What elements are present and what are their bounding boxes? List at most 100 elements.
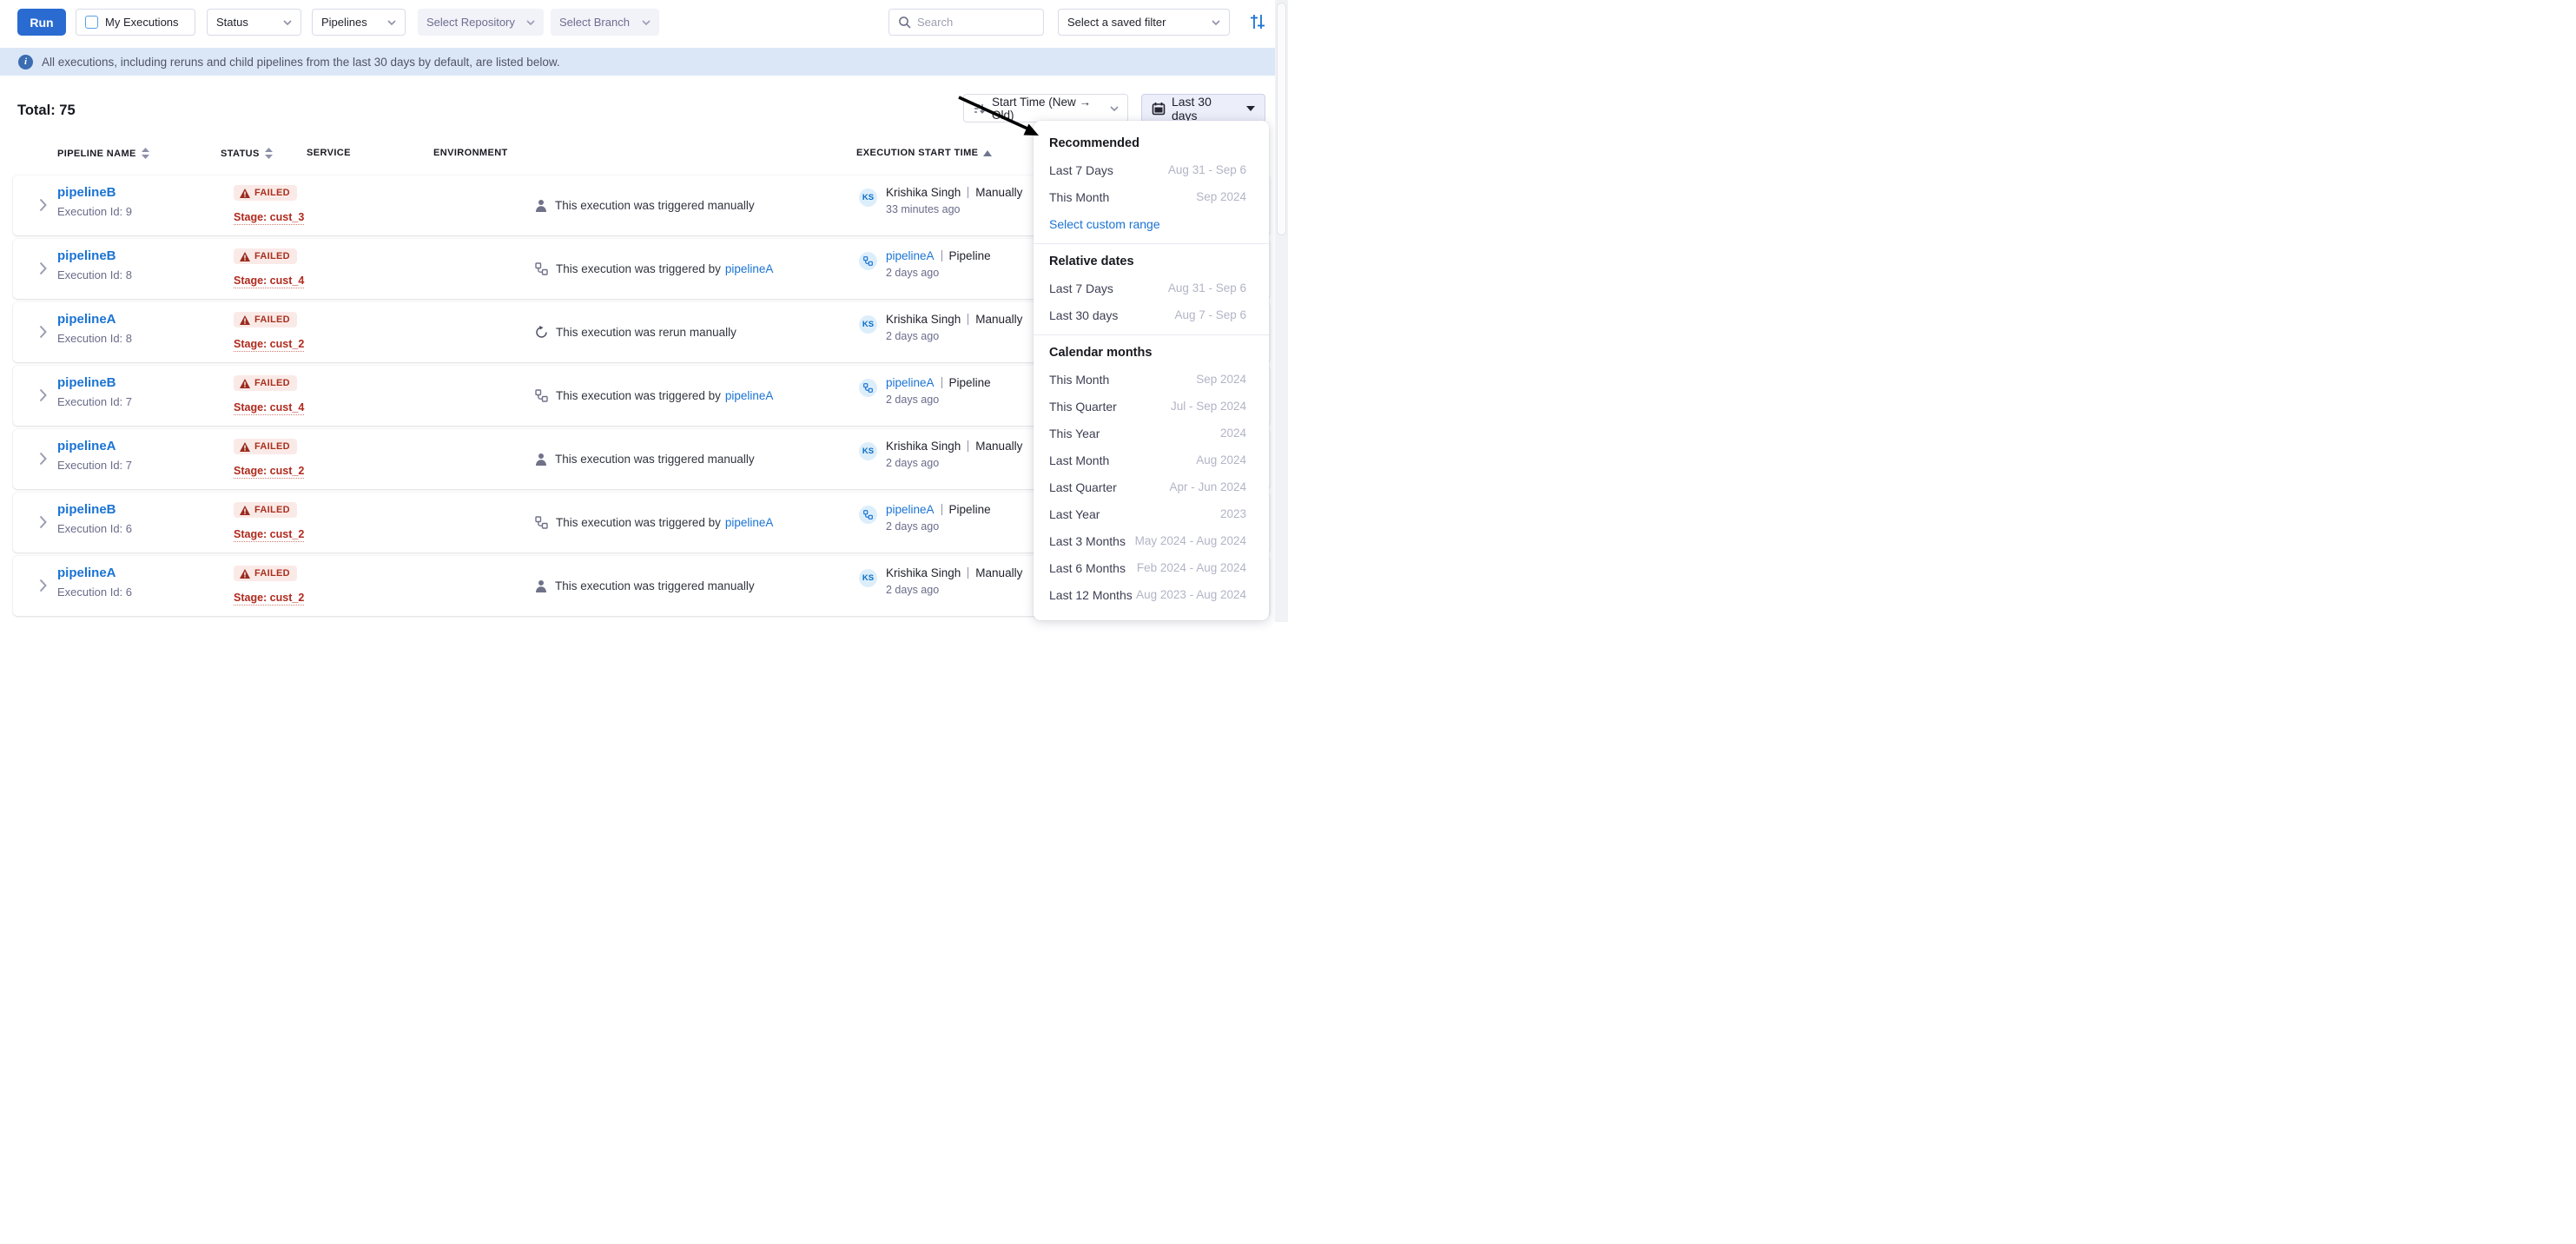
- sort-dropdown[interactable]: Start Time (New → Old): [963, 94, 1128, 122]
- item-label: Last Quarter: [1049, 480, 1117, 494]
- warning-icon: [240, 189, 250, 198]
- item-label: This Month: [1049, 190, 1109, 204]
- trigger-type: Manually: [975, 313, 1022, 326]
- pipeline-avatar: [859, 252, 877, 270]
- trigger-pipeline-link[interactable]: pipelineA: [725, 262, 774, 275]
- panel-item-this-month[interactable]: This Month Sep 2024: [1034, 366, 1269, 393]
- triggered-by-pipeline-link[interactable]: pipelineA: [886, 249, 935, 262]
- filter-sliders-icon: [1248, 12, 1267, 31]
- status-filter-dropdown[interactable]: Status: [207, 9, 301, 36]
- failed-stage-link[interactable]: Stage: cust_2: [234, 528, 304, 542]
- chevron-right-icon[interactable]: [39, 325, 47, 339]
- panel-item-last-30-days[interactable]: Last 30 days Aug 7 - Sep 6: [1034, 301, 1269, 328]
- saved-filter-dropdown[interactable]: Select a saved filter: [1058, 9, 1230, 36]
- panel-item-last-3-months[interactable]: Last 3 Months May 2024 - Aug 2024: [1034, 527, 1269, 554]
- panel-item-this-year[interactable]: This Year 2024: [1034, 420, 1269, 447]
- chevron-down-icon: [1110, 106, 1119, 111]
- column-header-execution-start-time[interactable]: EXECUTION START TIME: [856, 148, 992, 158]
- pipeline-name-link[interactable]: pipelineB: [57, 502, 132, 517]
- panel-item-last-7-days[interactable]: Last 7 Days Aug 31 - Sep 6: [1034, 275, 1269, 301]
- pipeline-avatar: [859, 379, 877, 397]
- chevron-right-icon[interactable]: [39, 452, 47, 466]
- chevron-down-icon: [526, 20, 535, 25]
- trigger-pipeline-link[interactable]: pipelineA: [725, 516, 774, 529]
- column-header-pipeline-name[interactable]: PIPELINE NAME: [57, 148, 149, 159]
- chevron-right-icon[interactable]: [39, 388, 47, 402]
- select-branch-dropdown[interactable]: Select Branch: [551, 9, 659, 36]
- triggered-by-pipeline-link[interactable]: pipelineA: [886, 376, 935, 389]
- panel-item-last-7-days[interactable]: Last 7 Days Aug 31 - Sep 6: [1034, 156, 1269, 183]
- failed-stage-link[interactable]: Stage: cust_4: [234, 401, 304, 415]
- pipeline-name-link[interactable]: pipelineA: [57, 312, 132, 327]
- item-label: Last 12 Months: [1049, 588, 1133, 602]
- execution-id: Execution Id: 8: [57, 268, 132, 281]
- execution-id: Execution Id: 6: [57, 586, 132, 599]
- info-banner-text: All executions, including reruns and chi…: [42, 56, 560, 69]
- panel-item-last-quarter[interactable]: Last Quarter Apr - Jun 2024: [1034, 473, 1269, 500]
- my-executions-label: My Executions: [105, 16, 179, 29]
- column-label: EXECUTION START TIME: [856, 148, 978, 158]
- item-value: Sep 2024: [1196, 373, 1246, 386]
- pipeline-name-link[interactable]: pipelineA: [57, 439, 132, 453]
- child-pipeline-icon: [535, 389, 548, 402]
- execution-id: Execution Id: 7: [57, 395, 132, 408]
- search-field[interactable]: [888, 9, 1044, 36]
- failed-stage-link[interactable]: Stage: cust_2: [234, 338, 304, 352]
- saved-filter-label: Select a saved filter: [1067, 16, 1166, 29]
- pipeline-name-cell: pipelineA Execution Id: 6: [57, 566, 132, 599]
- warning-icon: [240, 252, 250, 261]
- scrollbar-thumb[interactable]: [1277, 3, 1286, 235]
- date-range-button[interactable]: Last 30 days: [1141, 94, 1265, 122]
- execution-id: Execution Id: 6: [57, 522, 132, 535]
- column-label: SERVICE: [307, 148, 351, 158]
- chevron-right-icon[interactable]: [39, 261, 47, 275]
- user-icon: [535, 579, 547, 592]
- pipeline-name-link[interactable]: pipelineB: [57, 248, 132, 263]
- chevron-right-icon[interactable]: [39, 579, 47, 592]
- failed-stage-link[interactable]: Stage: cust_2: [234, 465, 304, 479]
- panel-item-this-month[interactable]: This Month Sep 2024: [1034, 183, 1269, 210]
- column-header-status[interactable]: STATUS: [221, 148, 273, 159]
- scrollbar[interactable]: [1275, 0, 1288, 622]
- pipelines-filter-label: Pipelines: [321, 16, 367, 29]
- pipeline-name-cell: pipelineA Execution Id: 7: [57, 439, 132, 472]
- table-header: PIPELINE NAME STATUS SERVICE ENVIRONMENT…: [0, 148, 1034, 163]
- panel-item-last-month[interactable]: Last Month Aug 2024: [1034, 447, 1269, 473]
- status-label: FAILED: [254, 188, 290, 198]
- chevron-right-icon[interactable]: [39, 515, 47, 529]
- start-time-cell: pipelineA Pipeline 2 days ago: [859, 249, 991, 279]
- avatar: KS: [859, 569, 877, 587]
- trigger-text: This execution was triggered manually: [555, 579, 755, 592]
- pipeline-name-link[interactable]: pipelineB: [57, 375, 132, 390]
- my-executions-toggle[interactable]: My Executions: [76, 9, 195, 36]
- failed-stage-link[interactable]: Stage: cust_2: [234, 592, 304, 605]
- triggered-by-pipeline-link[interactable]: pipelineA: [886, 503, 935, 516]
- trigger-pipeline-link[interactable]: pipelineA: [725, 389, 774, 402]
- run-button[interactable]: Run: [17, 9, 66, 36]
- pipelines-filter-dropdown[interactable]: Pipelines: [312, 9, 406, 36]
- total-value: 75: [59, 103, 75, 118]
- failed-stage-link[interactable]: Stage: cust_4: [234, 275, 304, 288]
- failed-stage-link[interactable]: Stage: cust_3: [234, 211, 304, 225]
- panel-item-last-year[interactable]: Last Year 2023: [1034, 500, 1269, 527]
- column-label: STATUS: [221, 149, 260, 159]
- item-label: Last Year: [1049, 507, 1100, 521]
- pipeline-name-link[interactable]: pipelineA: [57, 566, 132, 580]
- status-label: FAILED: [254, 505, 290, 515]
- select-repository-dropdown[interactable]: Select Repository: [418, 9, 544, 36]
- panel-item-last-12-months[interactable]: Last 12 Months Aug 2023 - Aug 2024: [1034, 581, 1269, 608]
- caret-down-icon: [1246, 106, 1255, 111]
- select-custom-range-link[interactable]: Select custom range: [1034, 210, 1269, 237]
- panel-item-this-quarter[interactable]: This Quarter Jul - Sep 2024: [1034, 393, 1269, 420]
- filter-settings-button[interactable]: [1248, 11, 1267, 32]
- execution-id: Execution Id: 7: [57, 459, 132, 472]
- panel-item-last-6-months[interactable]: Last 6 Months Feb 2024 - Aug 2024: [1034, 554, 1269, 581]
- pipeline-name-link[interactable]: pipelineB: [57, 185, 132, 200]
- pipeline-name-cell: pipelineB Execution Id: 8: [57, 248, 132, 281]
- item-label: Last 7 Days: [1049, 163, 1113, 177]
- search-input[interactable]: [917, 16, 1030, 29]
- my-executions-checkbox[interactable]: [85, 16, 98, 29]
- chevron-right-icon[interactable]: [39, 198, 47, 212]
- warning-icon: [240, 442, 250, 452]
- item-value: May 2024 - Aug 2024: [1135, 534, 1246, 547]
